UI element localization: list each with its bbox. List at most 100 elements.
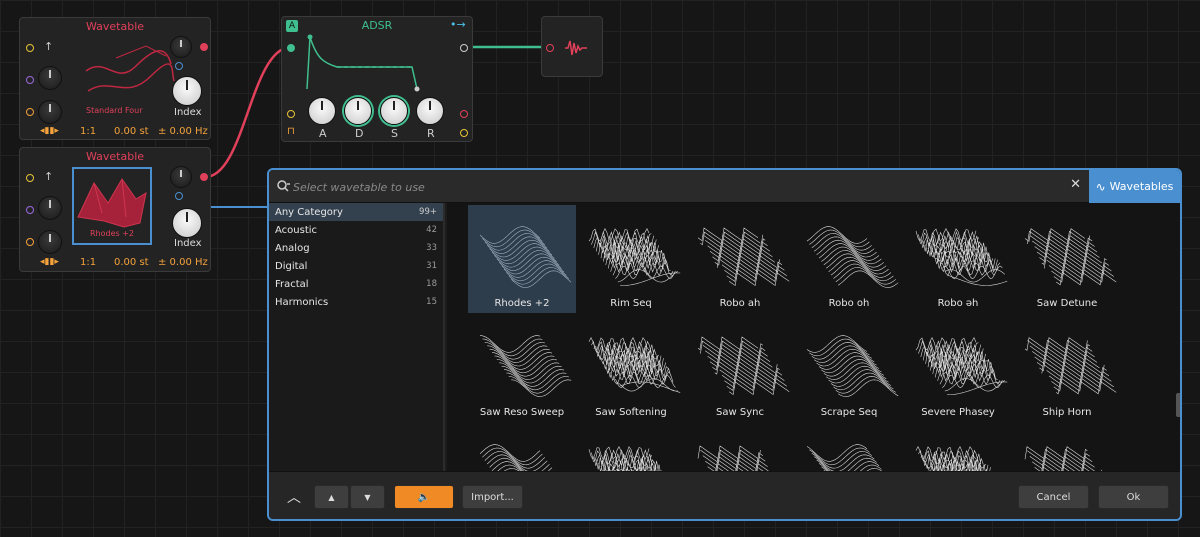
category-item[interactable]: Acoustic 42 (269, 221, 443, 239)
input-port[interactable] (175, 192, 183, 200)
wavetable-module-1[interactable]: Wavetable ↑ Standard Four Index ◂▮▮▸ 1:1… (19, 17, 211, 140)
wavetable-tile[interactable]: Robo oh (795, 205, 903, 313)
adsr-module[interactable]: A ADSR •→ ⊓ A D S R (281, 16, 473, 142)
category-item[interactable]: Harmonics 15 (269, 293, 443, 311)
semitone-value[interactable]: 0.00 st (114, 257, 149, 268)
hz-value[interactable]: ± 0.00 Hz (158, 126, 208, 137)
input-port[interactable] (287, 110, 295, 118)
output-port[interactable] (460, 44, 468, 52)
wavetable-tile[interactable]: Saw Reso Sweep (468, 314, 576, 422)
wavetable-tile[interactable] (795, 423, 903, 473)
wavetable-tile[interactable] (904, 423, 1012, 473)
release-knob[interactable] (416, 97, 444, 125)
category-item[interactable]: Digital 31 (269, 257, 443, 275)
routing-icon[interactable]: •→ (450, 18, 466, 31)
clear-search-icon[interactable]: ✕ (1070, 177, 1081, 192)
input-port[interactable] (460, 110, 468, 118)
collapse-button[interactable]: ︿ (283, 485, 305, 509)
wavetable-browser-dialog[interactable]: ✕ ∿ Wavetables Any Category 99+ Acoustic 42… (267, 168, 1182, 521)
gate-input-port[interactable] (287, 44, 295, 52)
wavetable-tile[interactable]: Rhodes +2 (468, 205, 576, 313)
attack-knob[interactable] (308, 97, 336, 125)
wavetable-display-selected[interactable]: Rhodes +2 (72, 167, 152, 245)
wavetable-preview (588, 337, 681, 393)
search-input[interactable] (293, 177, 1053, 197)
category-name: Analog (275, 242, 310, 254)
wavetable-module-2[interactable]: Wavetable ↑ Rhodes +2 Index ◂▮▮▸ 1:1 0.0… (19, 147, 211, 272)
input-port[interactable] (26, 44, 34, 52)
ratio-value[interactable]: 1:1 (80, 126, 96, 137)
ratio-value[interactable]: 1:1 (80, 257, 96, 268)
wavetable-tile[interactable]: Saw Softening (577, 314, 685, 422)
wavetable-tile[interactable] (468, 423, 576, 473)
pitch-arrow-icon: ↑ (44, 40, 54, 53)
output-port[interactable] (200, 173, 208, 181)
input-port[interactable] (175, 62, 183, 70)
audio-wave-icon (565, 40, 587, 56)
wavetable-tile[interactable]: Saw Sync (686, 314, 794, 422)
wavetable-tile[interactable]: Robo ah (686, 205, 794, 313)
wavetable-tile-label: Robo ah (719, 298, 761, 309)
decay-label: D (355, 127, 364, 140)
index-knob[interactable] (172, 76, 202, 106)
category-item[interactable]: Analog 33 (269, 239, 443, 257)
wavetable-display[interactable] (76, 36, 176, 108)
next-button[interactable]: ▼ (350, 485, 385, 509)
category-name: Harmonics (275, 296, 329, 308)
previous-button[interactable]: ▲ (314, 485, 349, 509)
import-button[interactable]: Import... (462, 485, 523, 509)
wavetable-tile[interactable]: Robo əh (904, 205, 1012, 313)
input-port[interactable] (546, 44, 554, 52)
input-port[interactable] (460, 129, 468, 137)
tab-wavetables[interactable]: ∿ Wavetables (1089, 170, 1180, 203)
output-port[interactable] (200, 43, 208, 51)
category-item[interactable]: Fractal 18 (269, 275, 443, 293)
category-count: 31 (426, 261, 437, 271)
wavetable-tile[interactable]: Severe Phasey (904, 314, 1012, 422)
input-port[interactable] (26, 76, 34, 84)
pitch-knob[interactable] (38, 196, 62, 220)
module-title: Wavetable (85, 150, 145, 163)
hz-value[interactable]: ± 0.00 Hz (158, 257, 208, 268)
module-title: Wavetable (85, 20, 145, 33)
ok-button[interactable]: Ok (1098, 485, 1169, 509)
wavetable-tile-label: Rhodes +2 (494, 298, 550, 309)
wavetable-tile[interactable] (577, 423, 685, 473)
dialog-footer: ︿ ▲ ▼ 🔈 Import... Cancel Ok (269, 471, 1180, 519)
index-label: Index (174, 107, 202, 118)
scrollbar-thumb[interactable] (1176, 393, 1180, 417)
wavetable-tile[interactable] (686, 423, 794, 473)
pitch-knob[interactable] (38, 66, 62, 90)
cancel-button[interactable]: Cancel (1018, 485, 1089, 509)
sustain-knob[interactable] (380, 97, 408, 125)
index-knob[interactable] (172, 208, 202, 238)
fine-knob[interactable] (38, 230, 62, 254)
preset-name: Rhodes +2 (89, 229, 135, 238)
wavetable-tile[interactable]: Scrape Seq (795, 314, 903, 422)
input-port[interactable] (26, 108, 34, 116)
preview-audio-button[interactable]: 🔈 (394, 485, 454, 509)
wavetable-tile[interactable] (1013, 423, 1121, 473)
input-port[interactable] (26, 206, 34, 214)
envelope-display[interactable] (302, 31, 452, 93)
output-module[interactable] (541, 16, 603, 77)
category-item[interactable]: Any Category 99+ (269, 203, 443, 221)
input-port[interactable] (26, 238, 34, 246)
wavetable-preview (806, 226, 899, 288)
triangle-down-icon: ▼ (364, 492, 371, 502)
wavetable-tile[interactable]: Rim Seq (577, 205, 685, 313)
search-bar[interactable]: ✕ (269, 170, 1091, 203)
input-port[interactable] (26, 174, 34, 182)
amp-knob[interactable] (170, 36, 192, 58)
sine-wave-icon: ∿ (1095, 179, 1106, 194)
amp-knob[interactable] (170, 166, 192, 188)
wavetable-tile[interactable]: Saw Detune (1013, 205, 1121, 313)
wavetable-grid[interactable]: Rhodes +2 Rim Seq Robo ah Robo oh Robo əh Saw… (447, 203, 1180, 473)
triangle-up-icon: ▲ (328, 492, 335, 502)
decay-knob[interactable] (344, 97, 372, 125)
semitone-value[interactable]: 0.00 st (114, 126, 149, 137)
wavetable-tile[interactable]: Ship Horn (1013, 314, 1121, 422)
fine-knob[interactable] (38, 100, 62, 124)
sustain-label: S (391, 127, 398, 140)
wavetable-preview (588, 446, 663, 473)
